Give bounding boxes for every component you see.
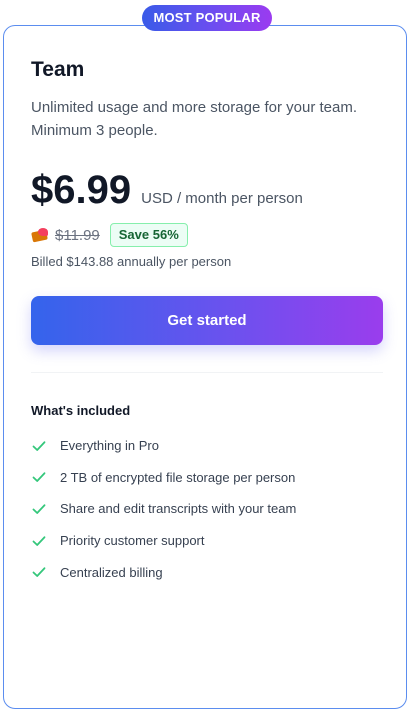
check-icon bbox=[32, 472, 46, 483]
plan-description: Unlimited usage and more storage for you… bbox=[31, 99, 357, 139]
price-row: $6.99 USD / month per person bbox=[31, 166, 303, 214]
pricing-stage: MOST POPULAR Team Unlimited usage and mo… bbox=[0, 0, 412, 714]
save-badge: Save 56% bbox=[109, 223, 188, 247]
plan-name: Team bbox=[31, 58, 85, 81]
divider bbox=[31, 372, 383, 373]
feature-item: Centralized billing bbox=[31, 556, 296, 588]
team-plan-card: Team Unlimited usage and more storage fo… bbox=[3, 25, 407, 709]
price-unit: USD / month per person bbox=[141, 190, 303, 207]
check-icon bbox=[32, 504, 46, 514]
feature-text: Priority customer support bbox=[60, 533, 205, 549]
check-icon bbox=[32, 535, 46, 546]
price: $6.99 bbox=[31, 168, 132, 212]
feature-item: Priority customer support bbox=[31, 525, 296, 557]
billed-note: Billed $143.88 annually per person bbox=[31, 254, 232, 269]
feature-item: Everything in Pro bbox=[31, 430, 296, 462]
feature-item: Share and edit transcripts with your tea… bbox=[31, 493, 296, 525]
get-started-button[interactable]: Get started bbox=[31, 296, 383, 345]
most-popular-badge: MOST POPULAR bbox=[142, 5, 272, 31]
feature-text: Everything in Pro bbox=[60, 438, 159, 454]
feature-text: Share and edit transcripts with your tea… bbox=[60, 501, 297, 517]
money-with-wings-icon bbox=[31, 227, 49, 243]
discount-row: $11.99 Save 56% bbox=[31, 223, 188, 247]
feature-list: Everything in Pro 2 TB of encrypted file… bbox=[31, 430, 296, 588]
old-price: $11.99 bbox=[55, 226, 100, 244]
feature-item: 2 TB of encrypted file storage per perso… bbox=[31, 462, 296, 494]
check-icon bbox=[32, 441, 46, 451]
included-title: What's included bbox=[31, 403, 131, 418]
check-icon bbox=[32, 567, 46, 578]
feature-text: Centralized billing bbox=[60, 564, 163, 580]
feature-text: 2 TB of encrypted file storage per perso… bbox=[60, 469, 296, 485]
